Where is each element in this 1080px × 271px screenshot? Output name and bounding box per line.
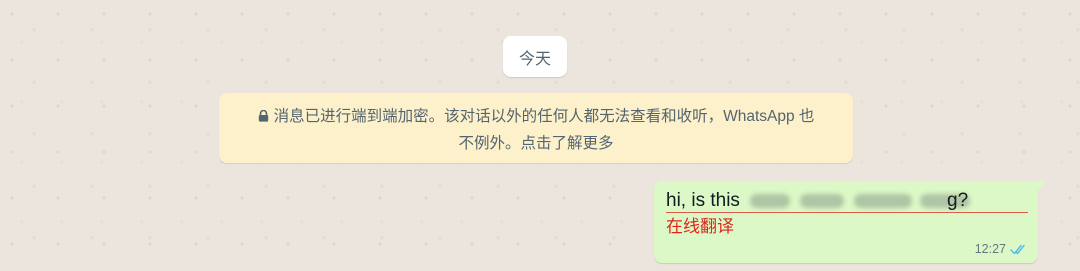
translate-underline bbox=[666, 212, 1028, 213]
encryption-notice-line-2: 不例外。点击了解更多 bbox=[458, 135, 614, 152]
lock-icon bbox=[258, 110, 269, 122]
encryption-notice[interactable]: 消息已进行端到端加密。该对话以外的任何人都无法查看和收听，WhatsApp 也 … bbox=[219, 93, 853, 163]
outgoing-message-bubble[interactable]: hi, is this g? 在线翻译 12:27 bbox=[654, 181, 1047, 263]
date-separator-chip: 今天 bbox=[503, 36, 567, 77]
encryption-notice-line-1: 消息已进行端到端加密。该对话以外的任何人都无法查看和收听，WhatsApp 也 bbox=[273, 108, 815, 125]
translate-online-link[interactable]: 在线翻译 bbox=[666, 216, 734, 238]
message-meta: 12:27 bbox=[975, 242, 1028, 256]
bubble-tail bbox=[1038, 181, 1047, 191]
message-time: 12:27 bbox=[974, 242, 1006, 256]
message-text-visible: hi, is this bbox=[666, 190, 740, 211]
message-text-suffix: g? bbox=[947, 190, 969, 211]
date-label: 今天 bbox=[518, 50, 551, 68]
double-check-icon bbox=[1010, 244, 1028, 255]
